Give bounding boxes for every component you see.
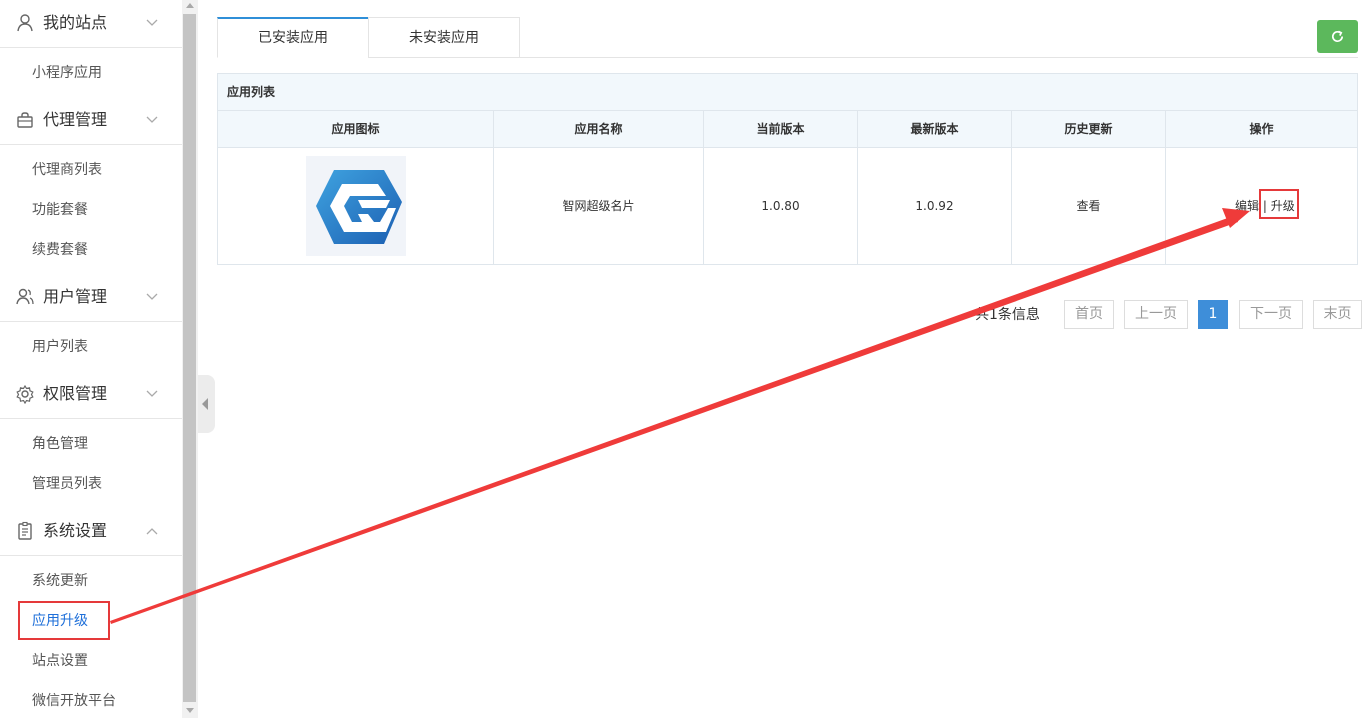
current-page-button[interactable]: 1 <box>1198 300 1228 329</box>
chevron-down-icon <box>146 390 158 397</box>
sidebar-item-admin-list[interactable]: 管理员列表 <box>0 464 182 504</box>
bag-icon <box>17 112 33 128</box>
sidebar-item-label: 管理员列表 <box>32 476 102 492</box>
clipboard-icon <box>18 521 32 540</box>
refresh-button[interactable] <box>1317 20 1358 53</box>
annotation-highlight-box <box>18 601 110 640</box>
annotation-highlight-box <box>1259 189 1299 219</box>
sidebar-group-title: 用户管理 <box>43 287 108 306</box>
sidebar-item-system-update[interactable]: 系统更新 <box>0 561 182 601</box>
prev-page-button[interactable]: 上一页 <box>1124 300 1188 329</box>
sidebar-item-label: 代理商列表 <box>32 162 102 178</box>
current-version-cell: 1.0.80 <box>704 148 858 264</box>
sidebar-collapse-handle[interactable] <box>198 375 215 433</box>
tab-installed-apps[interactable]: 已安装应用 <box>217 17 369 58</box>
scroll-down-arrow-icon[interactable] <box>186 708 194 713</box>
sidebar-item-renewal-package[interactable]: 续费套餐 <box>0 230 182 270</box>
sidebar-group-my-site[interactable]: 我的站点 <box>0 0 182 48</box>
column-header: 操作 <box>1249 122 1274 136</box>
app-name-cell: 智网超级名片 <box>494 148 704 264</box>
sidebar-item-label: 功能套餐 <box>32 202 88 218</box>
app-tabs: 已安装应用 未安装应用 <box>217 17 1358 58</box>
column-header: 历史更新 <box>1012 111 1166 148</box>
history-cell: 查看 <box>1012 148 1166 264</box>
sidebar-item-label: 站点设置 <box>32 653 88 669</box>
column-header: 最新版本 <box>858 111 1012 148</box>
sidebar-group-title: 代理管理 <box>43 110 108 129</box>
sidebar-item-label: 小程序应用 <box>32 65 102 81</box>
sidebar-item-label: 续费套餐 <box>32 242 88 258</box>
sidebar-group-title: 系统设置 <box>43 521 108 540</box>
app-icon-cell <box>218 148 494 264</box>
sidebar-item-role-management[interactable]: 角色管理 <box>0 424 182 464</box>
latest-version-cell: 1.0.92 <box>858 148 1012 264</box>
sidebar-item-label: 微信开放平台 <box>32 693 116 709</box>
sidebar-scrollbar-thumb[interactable] <box>183 14 196 702</box>
chevron-left-icon <box>202 398 208 410</box>
sidebar-group-agent[interactable]: 代理管理 <box>0 97 182 145</box>
gear-icon <box>16 384 34 404</box>
sidebar-item-mini-program[interactable]: 小程序应用 <box>0 53 182 93</box>
sidebar-item-user-list[interactable]: 用户列表 <box>0 327 182 367</box>
sidebar-group-title: 权限管理 <box>43 384 108 403</box>
chevron-up-icon <box>146 528 158 535</box>
app-logo-icon <box>306 156 406 256</box>
pagination-info: 共1条信息 <box>975 307 1040 323</box>
last-page-button[interactable]: 末页 <box>1313 300 1362 329</box>
table-row: 智网超级名片 1.0.80 1.0.92 查看 编辑 | 升级 <box>218 148 1357 264</box>
users-icon <box>16 288 34 305</box>
sidebar-item-label: 用户列表 <box>32 339 88 355</box>
sidebar-item-wechat-open-platform[interactable]: 微信开放平台 <box>0 681 182 718</box>
next-page-button[interactable]: 下一页 <box>1239 300 1303 329</box>
sidebar-item-label: 角色管理 <box>32 436 88 452</box>
app-list-panel: 应用列表 应用图标 应用名称 当前版本 最新版本 历史更新 操作 智网超级名片 … <box>217 73 1358 265</box>
chevron-down-icon <box>146 19 158 26</box>
column-header: 应用图标 <box>218 111 494 148</box>
chevron-down-icon <box>146 293 158 300</box>
sidebar-item-agent-list[interactable]: 代理商列表 <box>0 150 182 190</box>
sidebar-group-permissions[interactable]: 权限管理 <box>0 371 182 419</box>
view-history-link[interactable]: 查看 <box>1076 199 1100 213</box>
chevron-down-icon <box>146 116 158 123</box>
table-header-row: 应用图标 应用名称 当前版本 最新版本 历史更新 操作 <box>218 111 1357 148</box>
user-icon <box>17 14 33 32</box>
sidebar-item-site-settings[interactable]: 站点设置 <box>0 641 182 681</box>
panel-title: 应用列表 <box>227 85 276 99</box>
first-page-button[interactable]: 首页 <box>1064 300 1114 329</box>
column-header: 应用名称 <box>494 111 704 148</box>
tab-uninstalled-apps[interactable]: 未安装应用 <box>368 17 520 58</box>
sidebar-group-title: 我的站点 <box>43 13 108 32</box>
sidebar-group-system-settings[interactable]: 系统设置 <box>0 508 182 556</box>
column-header: 当前版本 <box>704 111 858 148</box>
panel-title-bar: 应用列表 <box>218 74 1357 111</box>
sidebar: 我的站点 小程序应用 代理管理 代理商列表 功能套餐 续费套餐 用户管理 用户列… <box>0 0 182 718</box>
edit-link[interactable]: 编辑 <box>1235 199 1259 213</box>
refresh-icon <box>1331 30 1344 43</box>
sidebar-item-label: 系统更新 <box>32 573 88 589</box>
scroll-up-arrow-icon[interactable] <box>186 3 194 8</box>
sidebar-item-function-package[interactable]: 功能套餐 <box>0 190 182 230</box>
sidebar-group-users[interactable]: 用户管理 <box>0 274 182 322</box>
